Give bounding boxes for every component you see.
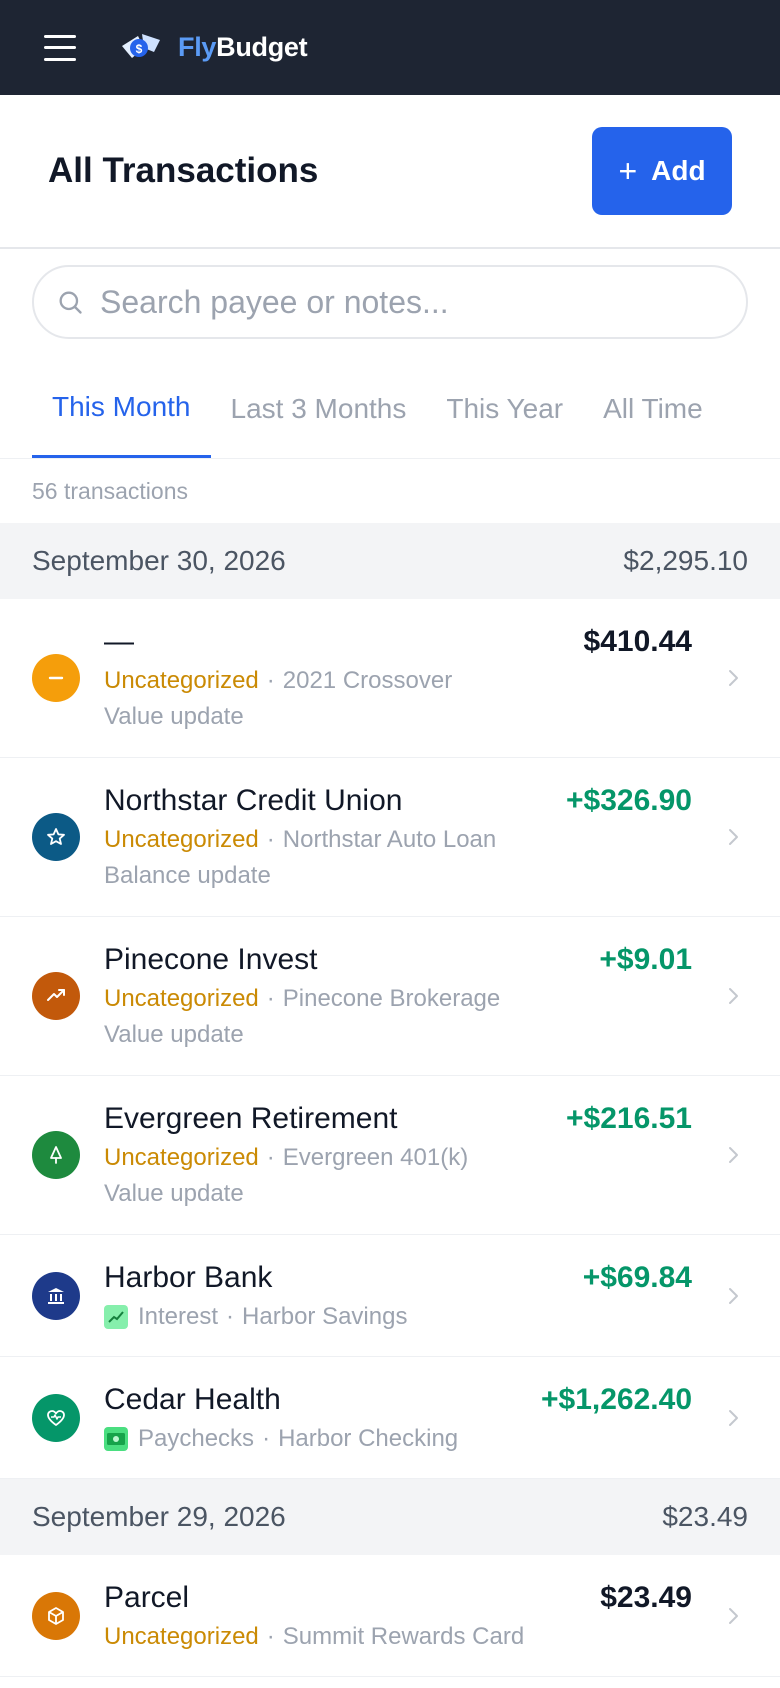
separator: · (226, 1302, 235, 1330)
payee-name: — (104, 625, 134, 658)
heart-pulse-icon (32, 1393, 80, 1442)
transaction-count: 56 transactions (32, 477, 188, 504)
tab-this-month[interactable]: This Month (32, 359, 211, 458)
payee-name: Parcel (104, 1580, 190, 1614)
transaction-amount: $410.44 (583, 625, 692, 658)
brand-fly: Fly (178, 32, 217, 62)
chevron-right-icon (729, 988, 738, 1004)
chevron-right-icon (729, 670, 738, 686)
search-icon (59, 291, 82, 314)
trending-up-icon (32, 972, 80, 1020)
chevron-right-icon (729, 1409, 738, 1426)
menu-icon[interactable] (44, 34, 76, 61)
category-label: Uncategorized (104, 826, 259, 853)
date-group-header: September 30, 2026 $2,295.10 (0, 523, 780, 599)
group-total: $23.49 (662, 1501, 748, 1532)
payee-name: Cedar Health (104, 1382, 281, 1416)
bank-icon (32, 1271, 80, 1320)
transaction-row[interactable]: Northstar Credit Union +$326.90 Uncatego… (0, 758, 780, 917)
chevron-right-icon (729, 1147, 738, 1163)
transaction-note: Value update (104, 1021, 244, 1048)
search-input[interactable] (100, 283, 724, 321)
category-label: Uncategorized (104, 1622, 259, 1650)
account-name: Summit Rewards Card (282, 1622, 525, 1650)
transaction-row[interactable]: Cedar Health +$1,262.40 Paychecks · Harbor… (0, 1357, 780, 1479)
tree-icon (32, 1131, 80, 1179)
date-group-header: September 29, 2026 $23.49 (0, 1479, 780, 1555)
page-title: All Transactions (48, 151, 319, 190)
tab-all-time[interactable]: All Time (583, 359, 723, 458)
transaction-amount: +$216.51 (566, 1102, 692, 1135)
separator: · (266, 985, 275, 1012)
add-button-label: Add (651, 155, 706, 186)
category-label: Paychecks (138, 1424, 255, 1452)
chevron-right-icon (729, 1287, 738, 1304)
tab-this-year[interactable]: This Year (426, 359, 583, 458)
transaction-amount: $23.49 (600, 1580, 692, 1614)
separator: · (266, 1622, 275, 1650)
chevron-right-icon (729, 829, 738, 845)
page-header: All Transactions + Add (0, 95, 780, 249)
search-box[interactable] (32, 265, 748, 339)
brand-budget: Budget (216, 32, 308, 62)
flybudget-logo-icon: $ (122, 33, 160, 58)
minus-icon (32, 654, 80, 702)
brand-name[interactable]: FlyBudget (178, 32, 308, 63)
group-date: September 30, 2026 (32, 545, 286, 576)
account-name: Pinecone Brokerage (282, 985, 501, 1012)
chevron-right-icon (729, 1607, 738, 1624)
account-name: 2021 Crossover (282, 667, 453, 694)
top-bar: $ FlyBudget (0, 0, 780, 95)
category-label: Uncategorized (104, 1144, 259, 1171)
transaction-amount: +$1,262.40 (541, 1382, 692, 1416)
transaction-amount: +$326.90 (566, 784, 692, 817)
account-name: Evergreen 401(k) (282, 1144, 469, 1171)
transaction-amount: +$9.01 (599, 943, 692, 976)
separator: · (266, 667, 275, 694)
category-label: Uncategorized (104, 985, 259, 1012)
category-label: Interest (138, 1302, 219, 1330)
separator: · (262, 1424, 271, 1452)
separator: · (266, 1144, 275, 1171)
period-tabs: This Month Last 3 Months This Year All T… (0, 359, 780, 459)
transaction-row[interactable]: — $410.44 Uncategorized · 2021 Crossover V… (0, 599, 780, 758)
svg-text:$: $ (136, 42, 143, 56)
search-container (0, 249, 780, 339)
chart-emoji-icon (104, 1304, 128, 1329)
payee-name: Harbor Bank (104, 1260, 273, 1294)
money-emoji-icon (104, 1426, 128, 1451)
plus-icon: + (618, 153, 638, 189)
transaction-row[interactable]: Parcel $23.49 Uncategorized · Summit Rewar… (0, 1555, 780, 1677)
group-date: September 29, 2026 (32, 1501, 286, 1532)
payee-name: Pinecone Invest (104, 943, 318, 976)
separator: · (266, 826, 275, 853)
account-name: Harbor Checking (278, 1424, 459, 1452)
transaction-row[interactable]: Evergreen Retirement +$216.51 Uncategori… (0, 1076, 780, 1235)
add-transaction-button[interactable]: + Add (592, 127, 732, 215)
package-icon (32, 1591, 80, 1640)
transaction-row[interactable]: Harbor Bank +$69.84 Interest · Harbor Savi… (0, 1235, 780, 1357)
account-name: Harbor Savings (242, 1302, 408, 1330)
transaction-note: Value update (104, 1180, 244, 1207)
tab-last-3-months[interactable]: Last 3 Months (211, 359, 427, 458)
category-label: Uncategorized (104, 667, 259, 694)
account-name: Northstar Auto Loan (282, 826, 497, 853)
payee-name: Northstar Credit Union (104, 784, 403, 817)
transaction-amount: +$69.84 (582, 1260, 692, 1294)
payee-name: Evergreen Retirement (104, 1102, 398, 1135)
star-icon (32, 813, 80, 861)
group-total: $2,295.10 (623, 545, 748, 576)
transaction-row[interactable]: Pinecone Invest +$9.01 Uncategorized · Pin… (0, 917, 780, 1076)
transaction-note: Balance update (104, 862, 271, 889)
transaction-note: Value update (104, 703, 244, 730)
